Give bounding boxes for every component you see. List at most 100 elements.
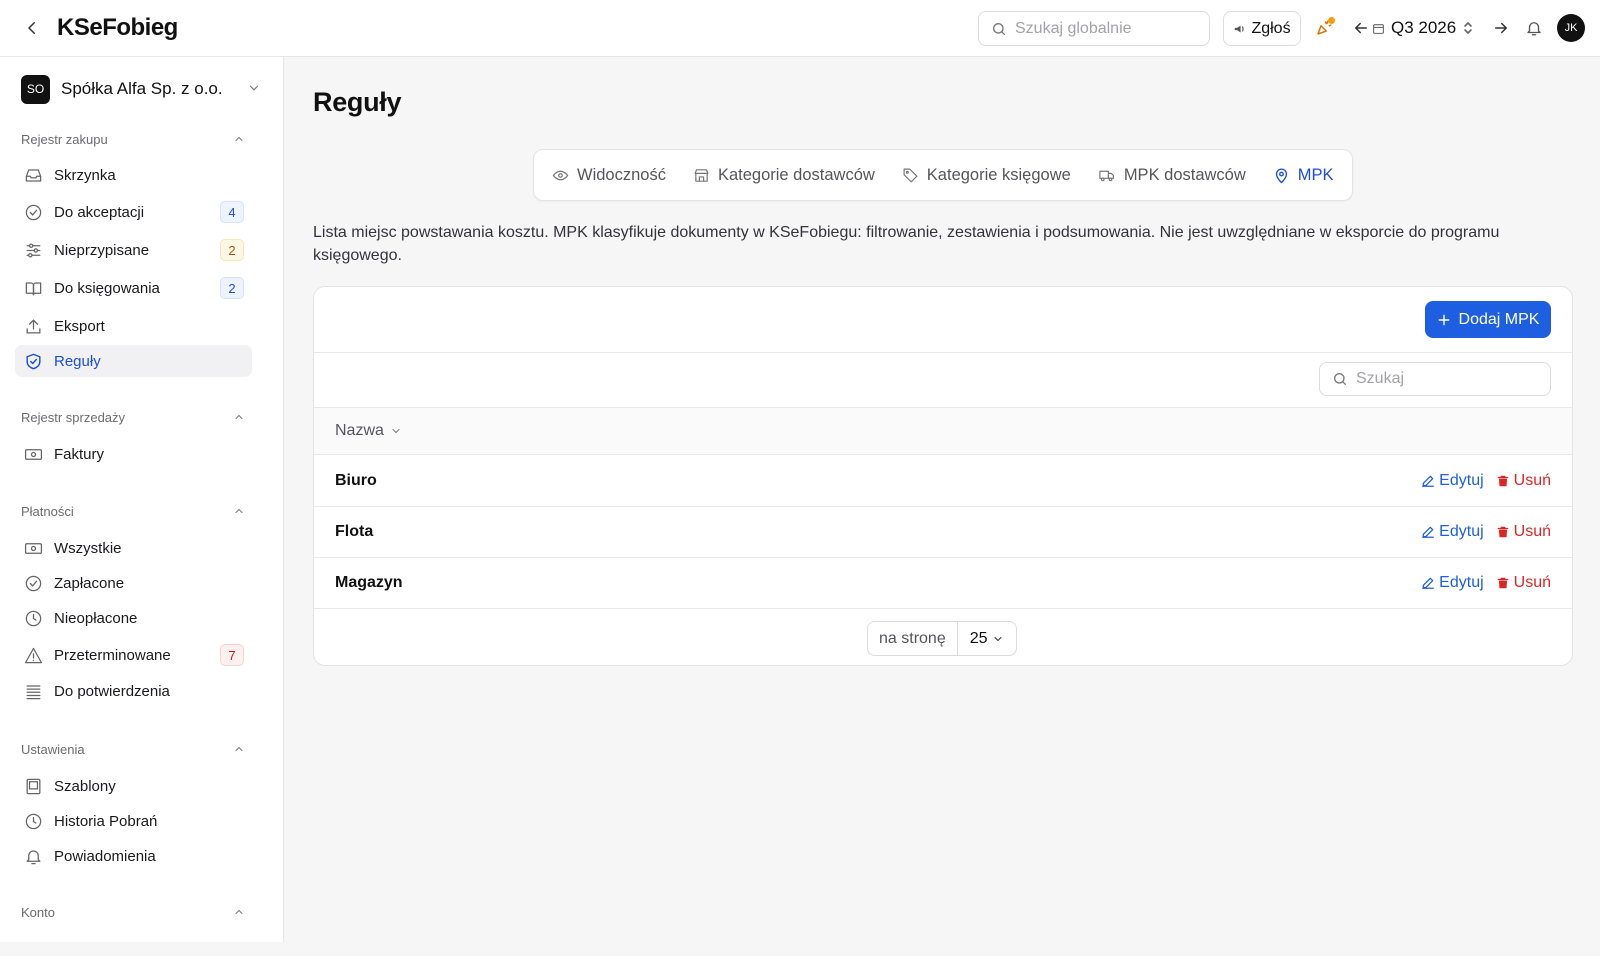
sidebar-item-all-payments[interactable]: Wszystkie (15, 532, 252, 564)
period-selector[interactable]: Q3 2026 (1372, 16, 1474, 40)
section-sales-register[interactable]: Rejestr sprzedaży (21, 407, 245, 427)
notification-dot (1328, 17, 1335, 24)
tag-icon (903, 168, 918, 182)
section-account[interactable]: Konto (21, 902, 245, 922)
sidebar-item-overdue[interactable]: Przeterminowane 7 (15, 639, 252, 671)
sidebar-item-unassigned[interactable]: Nieprzypisane 2 (15, 234, 252, 266)
delete-button[interactable]: Usuń (1496, 523, 1551, 541)
calendar-icon (1373, 23, 1384, 34)
edit-label: Edytuj (1439, 573, 1484, 591)
sidebar-item-to-book[interactable]: Do księgowania 2 (15, 272, 252, 304)
trash-icon (1497, 475, 1508, 486)
delete-button[interactable]: Usuń (1496, 574, 1551, 592)
column-header-name[interactable]: Nazwa (314, 407, 1572, 455)
sidebar-item-label: Reguły (54, 352, 101, 370)
per-page-select[interactable]: 25 (958, 622, 1016, 655)
tab-label: Widoczność (577, 165, 666, 184)
sidebar-item-notifications[interactable]: Powiadomienia (15, 840, 252, 872)
eye-icon (552, 170, 569, 180)
tab-label: MPK (1297, 165, 1334, 184)
tab-label: Kategorie księgowe (926, 165, 1071, 184)
section-title: Rejestr zakupu (21, 131, 108, 147)
map-pin-icon (1275, 168, 1287, 183)
whats-new-button[interactable] (1312, 16, 1336, 40)
tab-supplier-categories[interactable]: Kategorie dostawców (693, 166, 875, 185)
edit-icon (1422, 577, 1435, 589)
sidebar-item-invoices[interactable]: Faktury (15, 438, 252, 470)
trash-icon (1497, 577, 1508, 588)
chevron-down-icon (392, 429, 400, 434)
add-mpk-button[interactable]: Dodaj MPK (1425, 301, 1551, 338)
count-badge: 4 (220, 201, 244, 223)
tab-label: MPK dostawców (1123, 165, 1246, 184)
sidebar-item-templates[interactable]: Szablony (15, 770, 252, 802)
tab-label: Kategorie dostawców (717, 165, 875, 184)
truck-icon (1099, 170, 1114, 181)
user-avatar[interactable]: JK (1557, 14, 1585, 42)
next-period-button[interactable] (1489, 16, 1513, 40)
period-label: Q3 2026 (1391, 18, 1457, 37)
edit-button[interactable]: Edytuj (1421, 573, 1484, 592)
edit-icon (1422, 475, 1435, 487)
sidebar-item-label: Historia Pobrań (54, 812, 158, 830)
tabs: Widoczność Kategorie dostawców Kategorie… (533, 149, 1353, 201)
per-page-value: 25 (969, 629, 988, 647)
global-search-input[interactable] (1015, 19, 1195, 38)
table-row: Magazyn Edytuj Usuń (314, 557, 1572, 609)
chevron-up-icon (235, 136, 243, 141)
delete-label: Usuń (1513, 471, 1551, 489)
table-row: Flota Edytuj Usuń (314, 506, 1572, 558)
sidebar-item-export[interactable]: Eksport (15, 310, 252, 342)
section-title: Ustawienia (21, 741, 85, 757)
chevron-up-icon (235, 508, 243, 513)
upload-icon (26, 318, 40, 333)
section-settings[interactable]: Ustawienia (21, 739, 245, 759)
company-badge: SO (21, 74, 50, 104)
add-mpk-label: Dodaj MPK (1458, 310, 1540, 328)
section-purchase-register[interactable]: Rejestr zakupu (21, 129, 245, 149)
notifications-button[interactable] (1522, 16, 1546, 40)
tab-accounting-categories[interactable]: Kategorie księgowe (902, 166, 1071, 185)
edit-label: Edytuj (1439, 522, 1484, 540)
trash-icon (1497, 526, 1508, 537)
tab-mpk[interactable]: MPK (1273, 166, 1334, 185)
back-button[interactable] (20, 16, 44, 40)
book-icon (25, 281, 41, 295)
chevron-left-icon (28, 22, 35, 34)
plus-icon (1438, 314, 1449, 325)
section-payments[interactable]: Płatności (21, 501, 245, 521)
sidebar-item-to-confirm[interactable]: Do potwierdzenia (15, 675, 252, 707)
megaphone-icon (1235, 25, 1245, 32)
sidebar-item-download-history[interactable]: Historia Pobrań (15, 805, 252, 837)
sidebar-item-label: Do akceptacji (54, 203, 145, 221)
sidebar-item-paid[interactable]: Zapłacone (15, 567, 252, 599)
arrow-left-icon (1355, 22, 1367, 34)
row-name: Biuro (335, 471, 377, 489)
report-button[interactable]: Zgłoś (1223, 11, 1301, 46)
bell-icon (1527, 22, 1541, 36)
clock-icon (25, 813, 41, 829)
search-icon (993, 22, 1005, 35)
store-icon (694, 168, 709, 182)
company-switcher[interactable]: SO Spółka Alfa Sp. z o.o. (21, 74, 261, 104)
sidebar-item-label: Zapłacone (54, 574, 125, 592)
delete-button[interactable]: Usuń (1496, 472, 1551, 490)
delete-label: Usuń (1513, 522, 1551, 540)
table-search[interactable] (1319, 362, 1551, 396)
edit-button[interactable]: Edytuj (1421, 472, 1484, 490)
tab-supplier-mpk[interactable]: MPK dostawców (1098, 166, 1246, 185)
chevron-up-icon (235, 746, 243, 751)
sidebar-item-unpaid[interactable]: Nieopłacone (15, 602, 252, 634)
global-search[interactable] (978, 11, 1210, 46)
edit-button[interactable]: Edytuj (1421, 522, 1484, 541)
sidebar-item-label: Faktury (54, 445, 105, 463)
previous-period-button[interactable] (1349, 16, 1373, 40)
banknote-icon (24, 448, 42, 460)
tab-visibility[interactable]: Widoczność (552, 166, 666, 185)
sidebar-item-to-approve[interactable]: Do akceptacji 4 (15, 196, 252, 228)
sidebar-item-label: Przeterminowane (54, 646, 171, 664)
per-page-control: na stronę 25 (867, 621, 1017, 656)
sidebar-item-inbox[interactable]: Skrzynka (15, 159, 252, 191)
table-search-input[interactable] (1356, 370, 1536, 388)
sidebar-item-rules[interactable]: Reguły (15, 345, 252, 377)
